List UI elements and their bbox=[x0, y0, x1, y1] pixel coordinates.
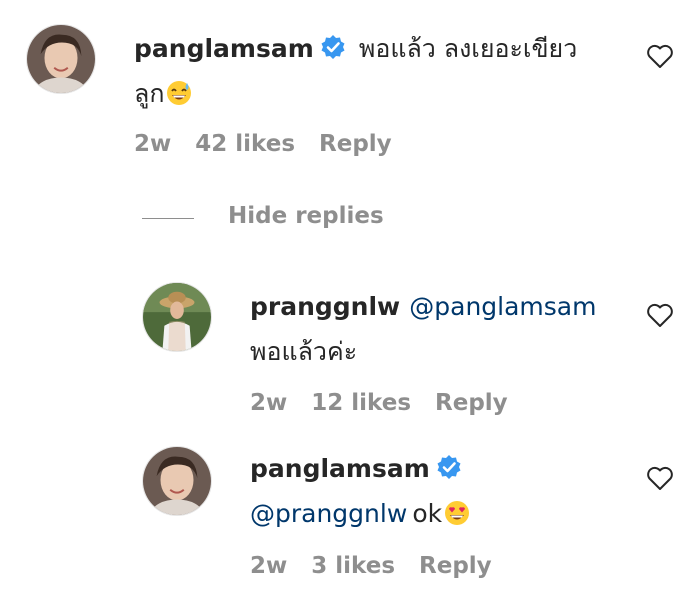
grinning-sweat-emoji-icon bbox=[166, 80, 192, 106]
avatar[interactable] bbox=[26, 24, 96, 94]
comment-text-line2: ลูก bbox=[134, 79, 165, 108]
avatar[interactable] bbox=[142, 282, 212, 352]
reply-meta: 2w 3 likes Reply bbox=[250, 553, 516, 579]
reply-text: พอแล้วค่ะ bbox=[250, 337, 358, 366]
like-heart-icon[interactable] bbox=[646, 43, 674, 69]
comment-body: panglamsam พอแล้ว ลงเยอะเขียว ลูก bbox=[134, 28, 634, 118]
likes-count[interactable]: 42 likes bbox=[195, 131, 295, 157]
avatar[interactable] bbox=[142, 446, 212, 516]
mention-link[interactable]: @pranggnlw bbox=[250, 499, 407, 528]
comment-meta: 2w 42 likes Reply bbox=[134, 131, 416, 157]
comment-text: พอแล้ว ลงเยอะเขียว bbox=[358, 34, 578, 63]
reply-button[interactable]: Reply bbox=[419, 553, 492, 579]
avatar-image bbox=[143, 447, 211, 515]
username[interactable]: panglamsam bbox=[250, 454, 430, 483]
hide-replies-line bbox=[142, 218, 194, 219]
hide-replies-button[interactable]: Hide replies bbox=[228, 203, 384, 229]
username[interactable]: panglamsam bbox=[134, 34, 314, 63]
avatar-image bbox=[143, 283, 211, 351]
verified-badge-icon bbox=[320, 34, 346, 60]
like-heart-icon[interactable] bbox=[646, 465, 674, 491]
timestamp: 2w bbox=[250, 390, 288, 416]
verified-badge-icon bbox=[436, 454, 462, 480]
reply-text: ok bbox=[412, 499, 443, 528]
like-heart-icon[interactable] bbox=[646, 302, 674, 328]
mention-link[interactable]: @panglamsam bbox=[409, 292, 596, 321]
avatar-image bbox=[27, 25, 95, 93]
reply-meta: 2w 12 likes Reply bbox=[250, 390, 532, 416]
username[interactable]: pranggnlw bbox=[250, 292, 400, 321]
heart-eyes-emoji-icon bbox=[444, 500, 470, 526]
reply-button[interactable]: Reply bbox=[319, 131, 392, 157]
reply-body: panglamsam @pranggnlw ok bbox=[250, 448, 630, 538]
reply-button[interactable]: Reply bbox=[435, 390, 508, 416]
timestamp: 2w bbox=[250, 553, 288, 579]
timestamp: 2w bbox=[134, 131, 172, 157]
reply-body: pranggnlw @panglamsam พอแล้วค่ะ bbox=[250, 286, 630, 376]
likes-count[interactable]: 12 likes bbox=[311, 390, 411, 416]
likes-count[interactable]: 3 likes bbox=[311, 553, 395, 579]
